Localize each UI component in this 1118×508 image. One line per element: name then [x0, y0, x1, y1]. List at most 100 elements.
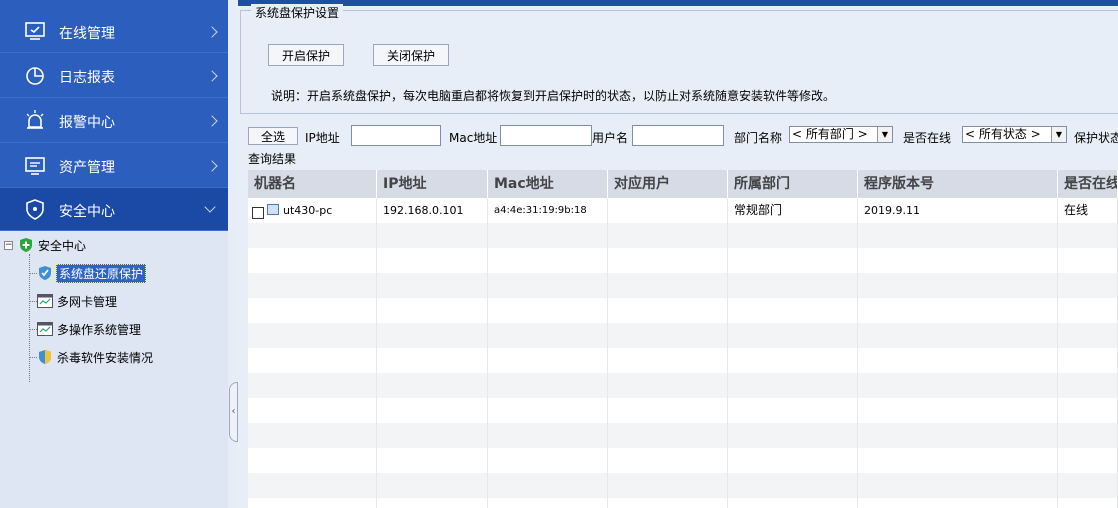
- column-header-online[interactable]: 是否在线: [1058, 170, 1118, 198]
- empty-cell: [377, 273, 488, 298]
- empty-cell: [728, 373, 858, 398]
- empty-table-row: [248, 298, 1118, 323]
- empty-cell: [377, 498, 488, 508]
- empty-cell: [608, 248, 728, 273]
- empty-cell: [248, 348, 377, 373]
- empty-cell: [858, 473, 1058, 498]
- column-header-version[interactable]: 程序版本号: [858, 170, 1058, 198]
- sidebar-nav: 在线管理 日志报表 报警中心 资产管理 安全中心: [0, 0, 228, 231]
- empty-cell: [858, 398, 1058, 423]
- nav-item-online-management[interactable]: 在线管理: [0, 0, 228, 53]
- empty-cell: [1058, 473, 1118, 498]
- tree-item-label: 多网卡管理: [57, 294, 118, 309]
- empty-cell: [728, 273, 858, 298]
- empty-cell: [488, 273, 608, 298]
- empty-cell: [608, 423, 728, 448]
- empty-table-row: [248, 223, 1118, 248]
- username-label: 用户名: [592, 131, 629, 145]
- empty-cell: [1058, 498, 1118, 508]
- protection-legend: 系统盘保护设置: [251, 4, 344, 21]
- empty-cell: [858, 298, 1058, 323]
- cell-ip: 192.168.0.101: [377, 198, 488, 223]
- empty-cell: [858, 498, 1058, 508]
- column-header-user[interactable]: 对应用户: [608, 170, 728, 198]
- nav-item-security-center[interactable]: 安全中心: [0, 188, 228, 231]
- empty-cell: [377, 323, 488, 348]
- shield-plus-icon: [20, 238, 32, 252]
- ip-input[interactable]: [351, 125, 441, 146]
- tree-item-system-disk-protection[interactable]: 系统盘还原保护: [37, 263, 147, 283]
- mac-input[interactable]: [500, 125, 592, 146]
- department-select[interactable]: < 所有部门 > ▼: [789, 126, 893, 143]
- empty-cell: [858, 423, 1058, 448]
- column-header-department[interactable]: 所属部门: [728, 170, 858, 198]
- empty-cell: [728, 298, 858, 323]
- machine-name: ut430-pc: [283, 204, 333, 217]
- empty-table-row: [248, 473, 1118, 498]
- department-select-value: < 所有部门 >: [792, 127, 868, 141]
- online-label: 是否在线: [903, 131, 952, 145]
- nav-item-log-reports[interactable]: 日志报表: [0, 53, 228, 98]
- empty-cell: [377, 348, 488, 373]
- empty-cell: [488, 298, 608, 323]
- cell-department: 常规部门: [728, 198, 858, 223]
- chevron-right-icon: [206, 70, 218, 82]
- online-status-select[interactable]: < 所有状态 > ▼: [962, 126, 1067, 143]
- chevron-right-icon: [206, 160, 218, 172]
- dropdown-arrow-icon: ▼: [1051, 127, 1066, 142]
- disable-protection-button[interactable]: 关闭保护: [373, 44, 449, 66]
- cell-user: [608, 198, 728, 223]
- empty-table-row: [248, 248, 1118, 273]
- empty-cell: [488, 423, 608, 448]
- protect-status-label: 保护状态: [1074, 131, 1118, 145]
- empty-cell: [858, 448, 1058, 473]
- collapse-toggle-icon[interactable]: −: [4, 241, 13, 250]
- select-all-button[interactable]: 全选: [248, 127, 298, 145]
- table-row[interactable]: ut430-pc 192.168.0.101 a4:4e:31:19:9b:18…: [248, 198, 1118, 223]
- empty-cell: [608, 323, 728, 348]
- tree-root[interactable]: 安全中心: [18, 235, 86, 255]
- empty-cell: [1058, 348, 1118, 373]
- empty-cell: [377, 223, 488, 248]
- column-header-mac[interactable]: Mac地址: [488, 170, 608, 198]
- tree-item-multi-nic[interactable]: 多网卡管理: [37, 291, 117, 311]
- tree-connector: [29, 273, 37, 274]
- empty-cell: [1058, 398, 1118, 423]
- empty-cell: [858, 323, 1058, 348]
- empty-table-row: [248, 323, 1118, 348]
- department-label: 部门名称: [734, 131, 783, 145]
- tree-item-label: 杀毒软件安装情况: [57, 350, 154, 365]
- nav-item-alarm-center[interactable]: 报警中心: [0, 98, 228, 143]
- dropdown-arrow-icon: ▼: [877, 127, 892, 142]
- empty-cell: [248, 473, 377, 498]
- username-input[interactable]: [632, 125, 724, 146]
- column-header-ip[interactable]: IP地址: [377, 170, 488, 198]
- empty-cell: [488, 348, 608, 373]
- computer-icon: [267, 204, 279, 215]
- security-tree: − 安全中心 系统盘还原保护 多网卡管理 多操作系统管理 杀毒软件安装情况: [0, 232, 228, 508]
- empty-cell: [608, 448, 728, 473]
- online-select-value: < 所有状态 >: [965, 127, 1041, 141]
- empty-table-row: [248, 498, 1118, 508]
- tree-item-antivirus[interactable]: 杀毒软件安装情况: [37, 347, 153, 367]
- row-checkbox[interactable]: [252, 207, 264, 219]
- column-header-machine[interactable]: 机器名: [248, 170, 377, 198]
- empty-table-row: [248, 423, 1118, 448]
- empty-cell: [488, 448, 608, 473]
- empty-cell: [1058, 273, 1118, 298]
- empty-cell: [728, 223, 858, 248]
- empty-cell: [1058, 248, 1118, 273]
- cell-version: 2019.9.11: [858, 198, 1058, 223]
- nav-item-asset-management[interactable]: 资产管理: [0, 143, 228, 188]
- empty-cell: [608, 473, 728, 498]
- tree-item-multi-os[interactable]: 多操作系统管理: [37, 319, 141, 339]
- tree-item-label: 系统盘还原保护: [56, 263, 147, 283]
- empty-cell: [608, 398, 728, 423]
- empty-cell: [858, 373, 1058, 398]
- shield-icon: [26, 199, 44, 220]
- enable-protection-button[interactable]: 开启保护: [268, 44, 344, 66]
- empty-cell: [488, 398, 608, 423]
- collapse-sidebar-icon[interactable]: ‹: [229, 382, 238, 442]
- empty-cell: [858, 223, 1058, 248]
- tree-connector: [29, 357, 37, 358]
